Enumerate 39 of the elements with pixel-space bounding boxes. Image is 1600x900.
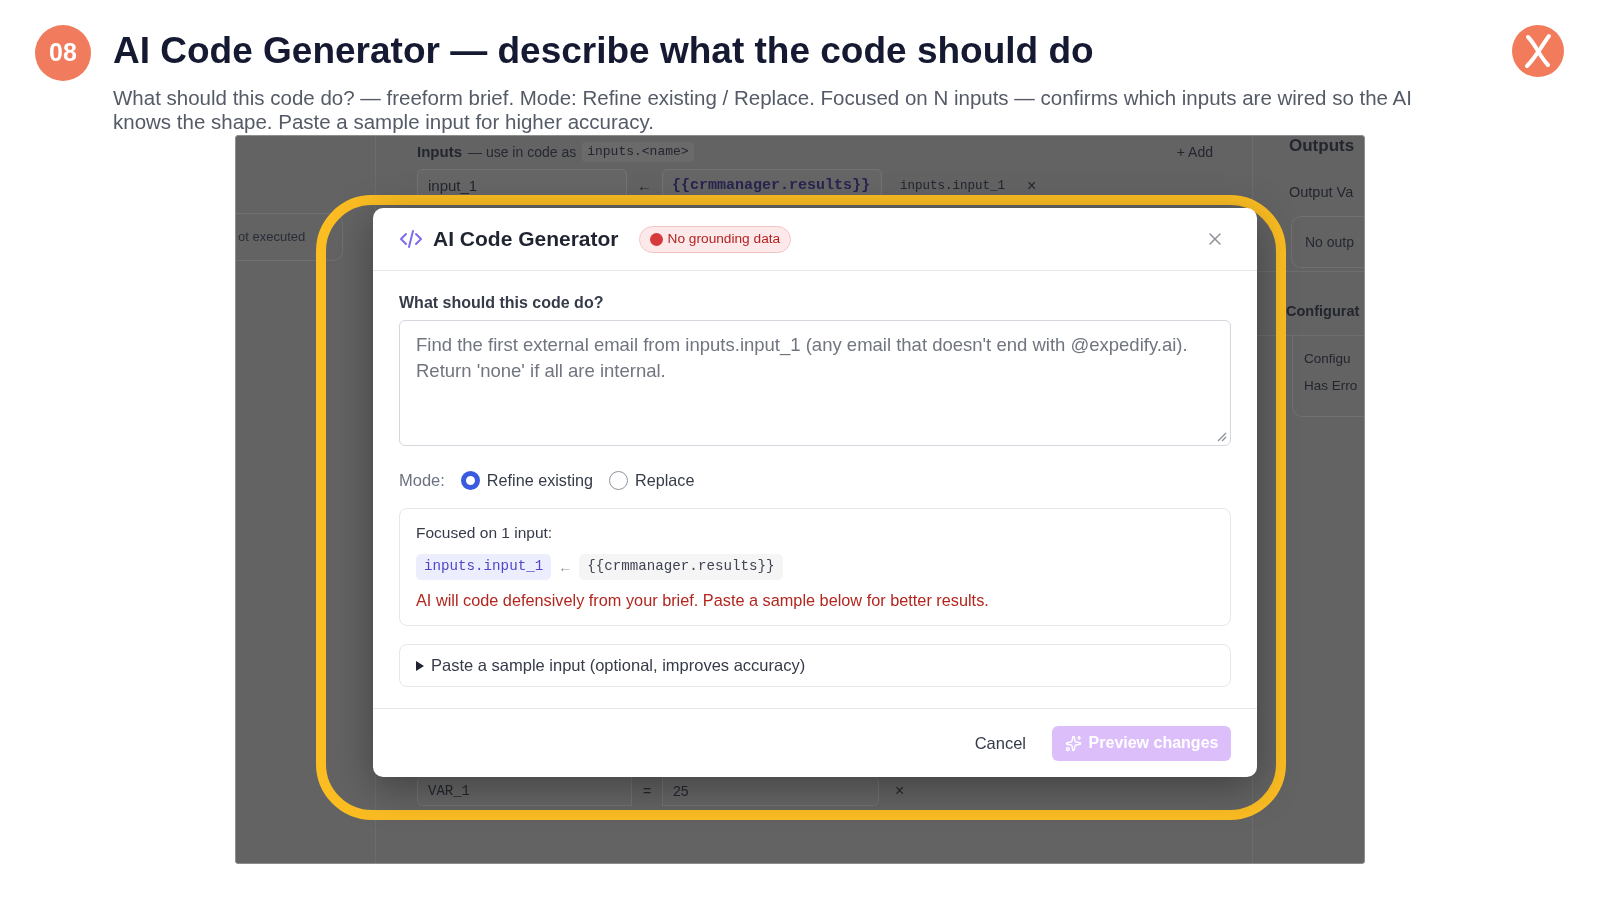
mode-option[interactable]: Refine existing [460, 467, 594, 493]
resize-grip-icon[interactable] [1217, 432, 1227, 442]
sample-input-toggle[interactable]: Paste a sample input (optional, improves accuracy) [399, 644, 1231, 687]
slide-title: AI Code Generator — describe what the code should do [113, 29, 1095, 73]
empty-output-card: No outp [1291, 216, 1364, 268]
mode-label: Mode: [399, 469, 445, 491]
grounding-status-text: No grounding data [667, 229, 781, 248]
configuration-detail: Configu [1304, 350, 1352, 368]
variable-operator: = [641, 781, 653, 801]
dialog-title: AI Code Generator [433, 226, 619, 253]
slide-description: What should this code do? — freeform brief. Mode: Refine existing / Replace. Focused on N inputs — confirms which inputs are wired so the AI knows the shape. Paste a sample input for higher accuracy. [113, 86, 1413, 134]
variable-name-field[interactable]: VAR_1 [417, 776, 632, 806]
sparkle-icon [1064, 734, 1082, 752]
inputs-hint: — use in code as [468, 142, 577, 162]
logo-icon [1512, 25, 1564, 77]
configuration-detail: Has Erro [1304, 377, 1359, 395]
input-alias: inputs.input_1 [900, 177, 1006, 195]
prompt-label: What should this code do? [399, 293, 605, 313]
variable-value-field[interactable]: 25 [662, 776, 879, 806]
add-input-button[interactable]: + Add [1176, 141, 1213, 163]
execution-status-card: ot executed [236, 213, 343, 261]
code-icon [399, 227, 423, 251]
outputs-heading: Outputs [1288, 136, 1356, 156]
slide-number-badge: 08 [35, 25, 91, 81]
inputs-hint-code: inputs.<name> [582, 142, 694, 162]
focused-inputs-heading: Focused on 1 input: [416, 523, 554, 543]
configuration-heading: Configurat [1285, 302, 1361, 321]
binding-arrow: ← [558, 557, 573, 577]
inputs-heading: Inputs [417, 141, 462, 162]
prompt-textarea[interactable]: Find the first external email from inputs.input_1 (any email that doesn't end with @expedify.ai). Return 'none' if all are internal. [399, 320, 1231, 446]
source-expression-code: {{crmmanager.results}} [579, 554, 783, 580]
warning-message: AI will code defensively from your brief. Paste a sample below for better results. [416, 590, 990, 610]
input-name-code: inputs.input_1 [416, 554, 552, 580]
cancel-button[interactable]: Cancel [962, 725, 1038, 761]
remove-input-button[interactable]: × [1027, 174, 1037, 198]
remove-variable-button[interactable]: × [895, 779, 905, 803]
mode-option[interactable]: Replace [609, 467, 695, 493]
output-values-label: Output Va [1288, 183, 1355, 202]
binding-arrow: ← [636, 175, 653, 196]
